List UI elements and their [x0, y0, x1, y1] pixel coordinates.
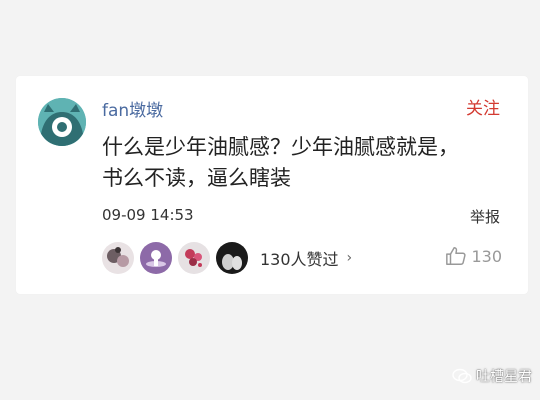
- comment-text-line: 书么不读，逼么瞎装: [102, 166, 291, 190]
- thumbs-up-icon: [446, 247, 467, 265]
- liker-avatars: 130人赞过 ›: [102, 242, 352, 274]
- follow-button[interactable]: 关注: [466, 94, 500, 119]
- comment-timestamp: 09-09 14:53: [102, 206, 194, 224]
- comment-text: 什么是少年油腻感？少年油腻感就是， 书么不读，逼么瞎装: [102, 132, 512, 194]
- username[interactable]: fan墩墩: [102, 96, 163, 121]
- liker-avatar[interactable]: [216, 242, 248, 274]
- watermark: 吐槽星君: [452, 366, 532, 386]
- liker-avatar[interactable]: [102, 242, 134, 274]
- watermark-label: 吐槽星君: [476, 369, 532, 385]
- comment-card: fan墩墩 关注 什么是少年油腻感？少年油腻感就是， 书么不读，逼么瞎装 09-…: [16, 76, 528, 294]
- liker-avatar[interactable]: [140, 242, 172, 274]
- chevron-right-icon: ›: [346, 250, 353, 266]
- avatar[interactable]: [38, 98, 86, 146]
- liked-by-label: 130人赞过: [260, 250, 339, 269]
- comment-text-line: 什么是少年油腻感？少年油腻感就是，: [102, 135, 459, 159]
- like-count: 130: [471, 246, 502, 266]
- liker-avatar[interactable]: [178, 242, 210, 274]
- report-button[interactable]: 举报: [470, 206, 500, 227]
- like-button[interactable]: 130: [445, 245, 502, 267]
- chat-bubble-icon: [452, 368, 472, 384]
- liked-by-link[interactable]: 130人赞过 ›: [260, 246, 352, 270]
- monster-avatar-icon: [38, 98, 86, 146]
